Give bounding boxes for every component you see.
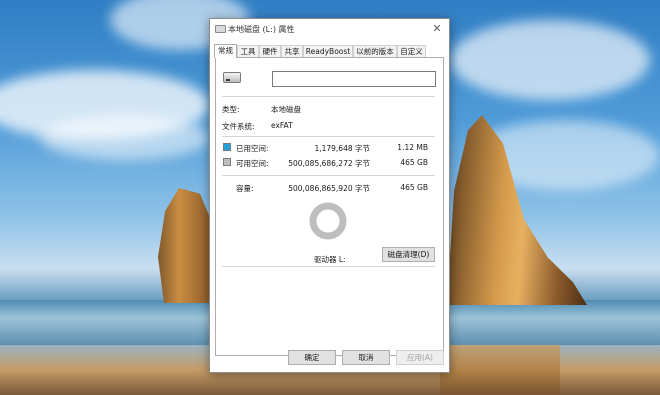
free-space-label: 可用空间: [236,159,269,168]
disk-cleanup-button[interactable]: 磁盘清理(D) [382,247,435,262]
free-space-ring [309,202,347,240]
divider [222,136,435,137]
title-bar[interactable]: 本地磁盘 (L:) 属性 ✕ [210,19,449,39]
apply-button[interactable]: 应用(A) [396,350,444,365]
divider [222,175,435,176]
rock-formation-left [158,188,212,303]
rock-reflection [440,345,560,395]
tab-sharing[interactable]: 共享 [281,45,303,57]
tab-previous-versions[interactable]: 以前的版本 [353,45,397,57]
divider [222,266,435,267]
volume-name-input[interactable] [272,71,436,87]
filesystem-value: exFAT [271,121,293,130]
tab-readyboost[interactable]: ReadyBoost [303,45,353,57]
used-space-label: 已用空间: [236,144,269,153]
drive-letter-label: 驱动器 L: [314,255,346,264]
used-space-bytes: 1,179,648 字节 [314,144,370,153]
disk-usage-donut [309,202,347,240]
tab-tools[interactable]: 工具 [237,45,259,57]
capacity-label: 容量: [236,184,254,193]
window-title: 本地磁盘 (L:) 属性 [228,25,295,34]
tab-hardware[interactable]: 硬件 [259,45,281,57]
type-label: 类型: [222,105,240,114]
free-space-swatch [223,158,231,166]
capacity-size: 465 GB [400,183,428,192]
tab-bar: 常规 工具 硬件 共享 ReadyBoost 以前的版本 自定义 [214,44,446,58]
used-space-size: 1.12 MB [397,143,428,152]
tab-general[interactable]: 常规 [214,44,237,58]
type-value: 本地磁盘 [271,105,301,114]
close-icon[interactable]: ✕ [430,22,444,36]
drive-activity-light [226,79,230,81]
free-space-size: 465 GB [400,158,428,167]
cloud [450,20,650,100]
tab-customize[interactable]: 自定义 [397,45,426,57]
used-space-swatch [223,143,231,151]
cancel-button[interactable]: 取消 [342,350,390,365]
drive-icon [223,72,241,83]
ok-button[interactable]: 确定 [288,350,336,365]
divider [222,96,435,97]
free-space-bytes: 500,085,686,272 字节 [288,159,370,168]
filesystem-label: 文件系统: [222,122,255,131]
drive-icon [215,25,226,33]
capacity-bytes: 500,086,865,920 字节 [288,184,370,193]
cloud [40,115,210,160]
